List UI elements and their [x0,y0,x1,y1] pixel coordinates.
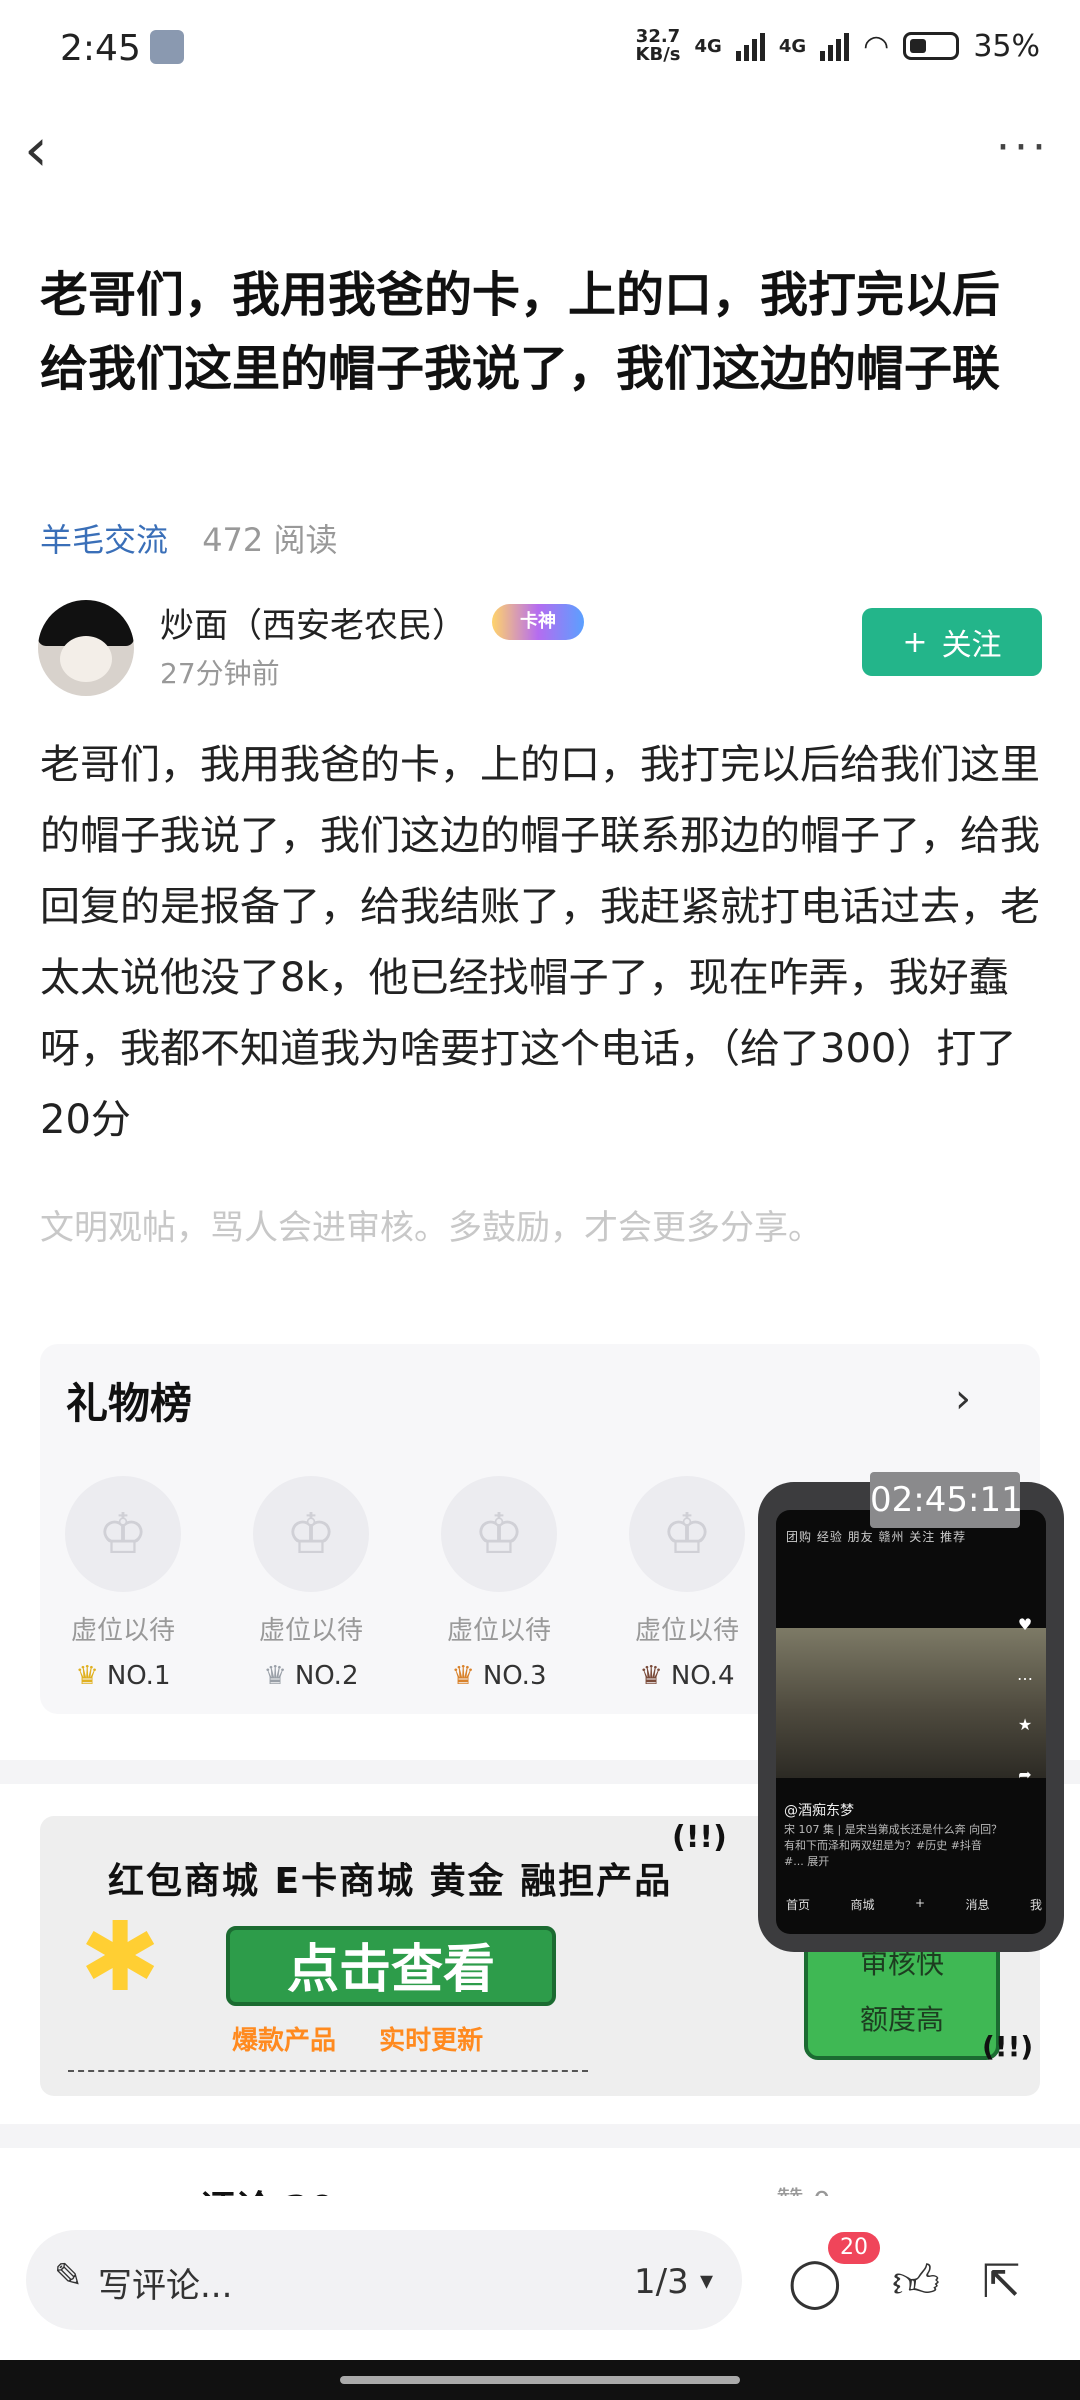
gift-slot-rank: ♛ NO.4 [612,1661,762,1691]
battery-percent: 35% [973,28,1040,64]
share-arrow-icon[interactable]: ➦ [1014,1750,1036,1800]
crown-icon [65,1476,181,1592]
status-indicators: 32.7 KB/s 4G 4G ◠ 35% [636,28,1040,64]
follow-button[interactable]: + 关注 [862,608,1042,676]
floating-video-frame[interactable] [776,1628,1046,1778]
status-time: 2:45 [60,28,141,69]
crown-icon [253,1476,369,1592]
gift-slot-rank: ♛ NO.2 [236,1661,386,1691]
floating-nav-mall: 商城 [850,1898,875,1912]
crown-icon [629,1476,745,1592]
gift-slot-placeholder: 虚位以待 [70,1616,175,1646]
comment-dots-icon[interactable]: … [1014,1650,1036,1700]
ad-exclaim-2: (!!) [982,2030,1034,2063]
floating-video-user: @酒痴东梦 [784,1803,854,1819]
follow-label: 关注 [941,628,1002,663]
ad-sub-hot: 爆款产品 [232,2026,337,2056]
gift-slot-rank-label: NO.2 [294,1661,359,1691]
civility-notice: 文明观帖，骂人会进审核。多鼓励，才会更多分享。 [40,1208,822,1248]
gift-slot-rank-label: NO.1 [106,1661,171,1691]
floating-nav-me: 我 [1029,1898,1042,1912]
ad-categories: 红包商城 E卡商城 黄金 融担产品 [108,1861,673,1902]
post-category[interactable]: 羊毛交流 [40,521,168,559]
ad-dashed-line [68,2070,588,2072]
star-icon: ✱ [80,1901,161,2013]
post-reads: 472 阅读 [202,521,338,559]
gift-slot-placeholder: 虚位以待 [258,1616,363,1646]
gift-slot-3[interactable]: 虚位以待 ♛NO.3 [424,1476,574,1691]
comment-placeholder[interactable]: 写评论... [98,2258,232,2307]
signal-icon-2 [820,31,850,61]
floating-video-desc: 宋 107 集 | 是宋当第成长还是什么奔 向回？ 有和下而泽和两双纽是为？#历… [784,1823,1003,1868]
post-title: 老哥们，我用我爸的卡，上的口，我打完以后给我们这里的帽子我说了，我们这边的帽子联 [40,267,1001,397]
caret-down-icon[interactable]: ▾ [700,2266,713,2296]
star-icon[interactable]: ★ [1014,1700,1036,1750]
floating-video-nav: 首页 商城 + 消息 我 [786,1896,1042,1913]
gift-slot-rank-label: NO.3 [482,1661,547,1691]
ad-subtitle: 爆款产品 实时更新 [232,2020,483,2057]
section-divider-2 [0,2124,1080,2148]
floating-clock: 02:45:11 [870,1472,1023,1528]
crown-bronze-icon: ♛ [451,1661,475,1691]
floating-nav-home: 首页 [786,1898,811,1912]
gift-slot-4[interactable]: 虚位以待 ♛NO.4 [612,1476,762,1691]
crown-icon [441,1476,557,1592]
back-icon[interactable]: ‹ [24,120,64,180]
floating-video-tabs: 团购 经验 朋友 赣州 关注 推荐 [786,1530,967,1544]
heart-icon[interactable]: ♥ [1014,1600,1036,1650]
author-name[interactable]: 炒面（西安老农民） [160,598,466,647]
avatar[interactable] [38,600,134,696]
ad-cta-button[interactable]: 点击查看 [226,1926,556,2006]
chevron-right-icon[interactable]: › [955,1376,971,1422]
floating-nav-plus: + [914,1896,926,1910]
thumbs-up-icon[interactable]: 👍︎ [892,2254,940,2310]
wrench-icon [150,30,184,64]
floating-nav-messages: 消息 [965,1898,990,1912]
comment-count-badge: 20 [828,2232,880,2264]
author-badge: 卡神 [492,604,584,640]
gift-slot-rank: ♛ NO.3 [424,1661,574,1691]
crown-gold-icon: ♛ [75,1661,99,1691]
ad-box-line2: 额度高 [859,2003,944,2036]
gift-slot-placeholder: 虚位以待 [446,1616,551,1646]
post-time: 27分钟前 [160,657,280,690]
pen-icon: ✎ [54,2256,83,2296]
floating-video-actions: ♥ … ★ ➦ [1014,1600,1036,1800]
page-indicator[interactable]: 1/3 [634,2262,689,2302]
gift-slot-1[interactable]: 虚位以待 ♛NO.1 [48,1476,198,1691]
plus-icon: + [902,624,928,660]
network-type-1: 4G [694,35,722,57]
post-meta: 羊毛交流 472 阅读 [40,515,337,561]
ad-exclaim: (!!) [672,1820,727,1855]
battery-icon [903,32,960,60]
net-speed: 32.7 KB/s [636,28,681,64]
gift-board-title: 礼物榜 [66,1379,193,1428]
ad-sub-update: 实时更新 [379,2026,484,2056]
home-indicator[interactable] [340,2376,740,2384]
gift-slot-rank-label: NO.4 [670,1661,735,1691]
more-icon[interactable]: ··· [996,122,1050,173]
gift-slot-placeholder: 虚位以待 [634,1616,739,1646]
comment-bubble-icon[interactable]: ◯ [788,2254,842,2310]
net-speed-unit: KB/s [635,44,681,65]
wifi-icon: ◠ [863,28,890,64]
share-icon[interactable]: ⇱ [982,2254,1021,2308]
gift-slot-2[interactable]: 虚位以待 ♛NO.2 [236,1476,386,1691]
post-body: 老哥们，我用我爸的卡，上的口，我打完以后给我们这里的帽子我说了，我们这边的帽子联… [40,742,1040,1143]
crown-brown-icon: ♛ [639,1661,663,1691]
network-type-2: 4G [778,35,807,57]
avatar-face [60,636,112,682]
crown-silver-icon: ♛ [263,1661,287,1691]
signal-icon [735,31,765,61]
gift-slot-rank: ♛ NO.1 [48,1661,198,1691]
